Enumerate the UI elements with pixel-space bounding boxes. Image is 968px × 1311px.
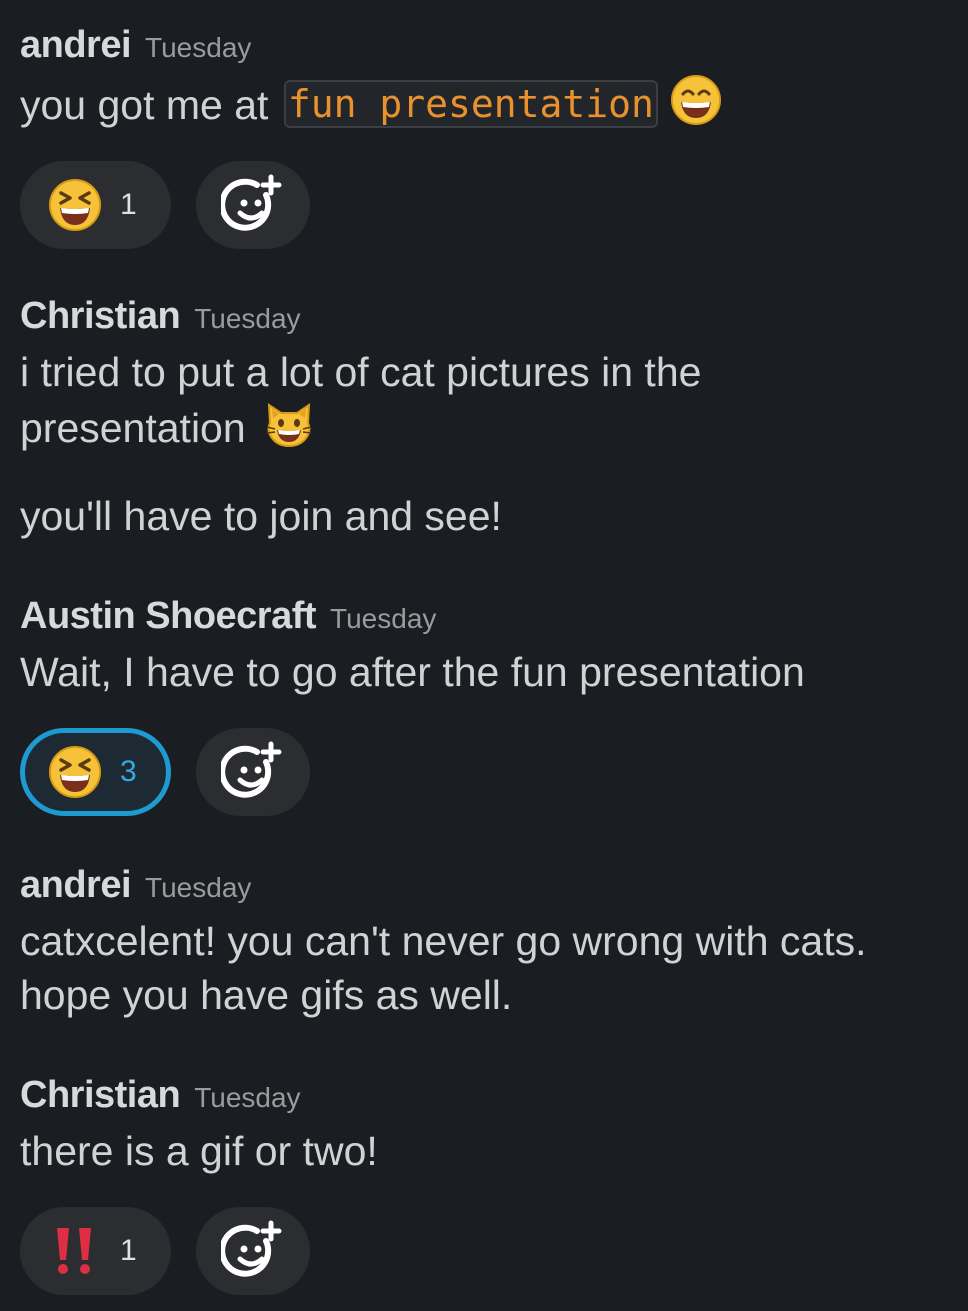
message-header: Christian Tuesday <box>20 1074 948 1124</box>
message-text: i tried to put a lot of cat pictures in … <box>20 349 702 395</box>
timestamp[interactable]: Tuesday <box>145 32 251 64</box>
add-reaction-button[interactable] <box>196 161 310 249</box>
message: andrei Tuesday catxcelent! you can't nev… <box>20 864 948 1022</box>
message: Christian Tuesday i tried to put a lot o… <box>20 295 948 543</box>
message: andrei Tuesday you got me at fun present… <box>20 24 948 250</box>
message-text: Wait, I have to go after the fun present… <box>20 649 805 695</box>
message-text: you got me at fun presentation <box>20 74 948 132</box>
reaction-bar: 3 <box>20 727 948 817</box>
timestamp[interactable]: Tuesday <box>194 303 300 335</box>
grinning-cat-icon <box>264 399 314 449</box>
laughing-face-icon <box>48 178 102 232</box>
reaction-count: 1 <box>120 188 137 221</box>
message: Christian Tuesday there is a gif or two!… <box>20 1074 948 1296</box>
timestamp[interactable]: Tuesday <box>194 1082 300 1114</box>
author-name[interactable]: Christian <box>20 295 181 338</box>
add-reaction-icon <box>221 740 285 804</box>
message: Austin Shoecraft Tuesday Wait, I have to… <box>20 595 948 817</box>
timestamp[interactable]: Tuesday <box>145 872 251 904</box>
message-text: there is a gif or two! <box>20 1128 378 1174</box>
reaction-count: 3 <box>120 755 137 788</box>
reaction-pill[interactable]: 1 <box>20 1207 171 1295</box>
double-exclamation-mark-icon <box>48 1224 102 1278</box>
message-text-segment: presentation <box>20 405 246 451</box>
message-text: catxcelent! you can't never go wrong wit… <box>20 918 867 964</box>
reaction-bar: 1 <box>20 1206 948 1296</box>
laughing-face-icon <box>48 745 102 799</box>
inline-code: fun presentation <box>283 80 658 128</box>
message-header: andrei Tuesday <box>20 24 948 74</box>
grinning-face-with-smiling-eyes-icon <box>670 74 722 126</box>
add-reaction-icon <box>221 1219 285 1283</box>
message-feed: andrei Tuesday you got me at fun present… <box>0 0 968 1311</box>
message-header: Austin Shoecraft Tuesday <box>20 595 948 645</box>
reaction-bar: 1 <box>20 160 948 250</box>
author-name[interactable]: andrei <box>20 864 132 907</box>
author-name[interactable]: Austin Shoecraft <box>20 595 317 638</box>
reaction-pill-selected[interactable]: 3 <box>20 728 171 816</box>
add-reaction-button[interactable] <box>196 1207 310 1295</box>
author-name[interactable]: Christian <box>20 1074 181 1117</box>
add-reaction-button[interactable] <box>196 728 310 816</box>
add-reaction-icon <box>221 173 285 237</box>
message-text: presentation <box>20 399 948 455</box>
timestamp[interactable]: Tuesday <box>330 603 436 635</box>
message-header: andrei Tuesday <box>20 864 948 914</box>
message-text: you'll have to join and see! <box>20 493 502 539</box>
message-text: hope you have gifs as well. <box>20 972 513 1018</box>
author-name[interactable]: andrei <box>20 24 132 67</box>
reaction-pill[interactable]: 1 <box>20 161 171 249</box>
message-header: Christian Tuesday <box>20 295 948 345</box>
message-text-segment: you got me at <box>20 82 269 128</box>
reaction-count: 1 <box>120 1234 137 1267</box>
